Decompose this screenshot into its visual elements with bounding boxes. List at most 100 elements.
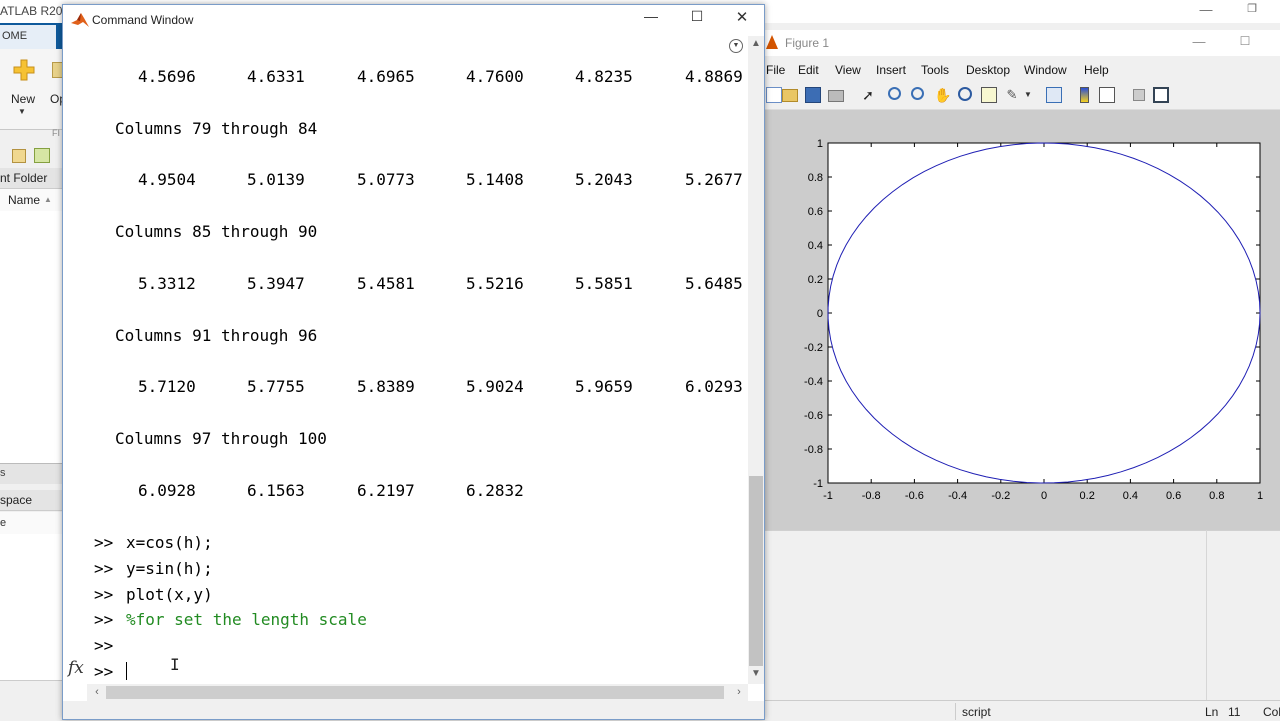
prompt-symbol: >> (94, 533, 114, 552)
new-dropdown-icon[interactable]: ▼ (18, 107, 26, 116)
command-line: x=cos(h); (126, 533, 213, 552)
workspace-name-column-header[interactable] (0, 512, 64, 535)
circle-plot[interactable]: -1 -0.8 -0.6 -0.4 -0.2 0 0.2 0.4 0.6 0.8 1 1 0.8 0.6… (765, 110, 1280, 530)
pointer-icon[interactable]: ➚ (860, 87, 876, 103)
prompt-symbol: >> (94, 558, 114, 578)
x-tick-label: 0.6 (1166, 490, 1181, 502)
workspace-name-column-label: e (0, 517, 7, 529)
y-tick-label: 0.8 (808, 172, 823, 184)
pan-icon[interactable]: ✋ (934, 87, 951, 103)
status-script-field (955, 703, 1196, 720)
columns-header: Columns 97 through 100 (115, 428, 327, 448)
menu-desktop[interactable]: Desktop (966, 63, 1010, 77)
x-tick-label: 0.4 (1123, 490, 1138, 502)
scroll-down-icon[interactable]: ▼ (748, 668, 764, 682)
browse-folder-icon[interactable] (34, 148, 50, 163)
y-tick-label: 0 (817, 308, 823, 320)
horizontal-scroll-thumb[interactable] (106, 686, 724, 699)
output-value: 5.5216 (466, 273, 524, 293)
x-tick-label: -0.4 (948, 490, 967, 502)
prompt-symbol: >> (94, 662, 114, 681)
hide-plot-tools-icon[interactable] (1133, 89, 1145, 101)
y-tick-labels: 1 0.8 0.6 0.4 0.2 0 -0.2 -0.4 -0.6 -0.8 -1 (804, 138, 823, 490)
x-tick-label: -0.6 (905, 490, 924, 502)
legend-icon[interactable] (1099, 87, 1115, 103)
menu-window[interactable]: Window (1024, 63, 1067, 77)
output-value: 5.3312 (138, 273, 196, 293)
open-file-icon[interactable] (782, 89, 798, 102)
data-cursor-icon[interactable] (981, 87, 997, 103)
output-value: 4.6331 (247, 67, 305, 86)
output-value: 5.1408 (466, 170, 524, 190)
desktop-restore-button[interactable]: ❐ (1242, 2, 1262, 20)
command-line: plot(x,y) (126, 584, 213, 604)
desktop-minimize-button[interactable]: — (1196, 2, 1216, 20)
print-icon[interactable] (828, 90, 844, 102)
output-value: 6.2197 (357, 480, 415, 500)
current-folder-title: nt Folder (0, 171, 48, 185)
output-value: 5.6485 (685, 273, 743, 293)
command-window-actions-icon[interactable]: ▼ (729, 39, 743, 53)
output-value: 5.0773 (357, 170, 415, 190)
menu-edit[interactable]: Edit (798, 63, 819, 77)
x-tick-labels: -1 -0.8 -0.6 -0.4 -0.2 0 0.2 0.4 0.6 0.8 1 (823, 490, 1263, 502)
scroll-left-icon[interactable]: ‹ (90, 684, 104, 700)
output-value: 5.4581 (357, 273, 415, 293)
output-value: 6.0928 (138, 480, 196, 500)
maximize-button[interactable]: ☐ (685, 8, 709, 28)
workspace-list[interactable] (0, 534, 64, 680)
figure-minimize-button[interactable]: — (1188, 34, 1210, 50)
show-plot-tools-icon[interactable] (1153, 87, 1169, 103)
link-plot-icon[interactable] (1046, 87, 1062, 103)
menu-insert[interactable]: Insert (876, 63, 906, 77)
y-tick-label: 0.6 (808, 206, 823, 218)
output-value: 5.7120 (138, 377, 196, 397)
x-tick-label: 1 (1257, 490, 1263, 502)
close-button[interactable]: ✕ (730, 8, 754, 28)
prompt-symbol: >> (94, 636, 114, 656)
x-tick-label: 0.8 (1209, 490, 1224, 502)
empty-panel (765, 530, 1280, 701)
details-panel-header[interactable] (0, 463, 64, 484)
output-value: 5.9024 (466, 377, 524, 397)
output-value: 5.5851 (575, 273, 633, 293)
x-tick-label: -0.2 (991, 490, 1010, 502)
scroll-right-icon[interactable]: › (732, 684, 746, 700)
output-value: 5.3947 (247, 273, 305, 293)
output-value: 5.2677 (685, 170, 743, 190)
ribbon-section-label: FI (52, 128, 60, 138)
command-window-footer (63, 701, 764, 719)
output-value: 4.8235 (575, 67, 633, 86)
zoom-out-icon[interactable] (911, 87, 924, 100)
menu-file[interactable]: File (766, 63, 785, 77)
minimize-button[interactable]: — (639, 8, 663, 28)
new-folder-icon[interactable] (12, 149, 26, 163)
scroll-up-icon[interactable]: ▲ (748, 38, 764, 52)
status-script-label: script (962, 705, 991, 719)
x-tick-label: 0 (1041, 490, 1047, 502)
menu-tools[interactable]: Tools (921, 63, 949, 77)
output-value: 6.2832 (466, 480, 524, 500)
output-value: 4.5696 (138, 67, 196, 86)
y-tick-label: -1 (813, 478, 823, 490)
rotate-icon[interactable] (958, 87, 972, 101)
save-icon[interactable] (805, 87, 821, 103)
function-browser-icon[interactable]: fx (68, 658, 84, 678)
matlab-figure-icon (766, 35, 778, 49)
menu-help[interactable]: Help (1084, 63, 1109, 77)
colorbar-icon[interactable] (1080, 87, 1089, 103)
y-tick-label: 1 (817, 138, 823, 150)
zoom-in-icon[interactable] (888, 87, 901, 100)
brush-dropdown-icon[interactable]: ▼ (1024, 87, 1040, 103)
workspace-title: space (0, 493, 33, 507)
columns-header: Columns 91 through 96 (115, 325, 318, 345)
brush-icon[interactable]: ✎ (1004, 87, 1020, 103)
menu-view[interactable]: View (835, 63, 861, 77)
figure-maximize-button[interactable]: ☐ (1234, 34, 1256, 50)
axes-box (827, 142, 1261, 484)
name-column-label: Name (8, 193, 41, 207)
columns-header: Columns 85 through 90 (115, 222, 318, 242)
new-figure-icon[interactable] (766, 87, 782, 103)
vertical-scroll-thumb[interactable] (749, 476, 763, 666)
current-folder-list[interactable] (0, 211, 64, 463)
